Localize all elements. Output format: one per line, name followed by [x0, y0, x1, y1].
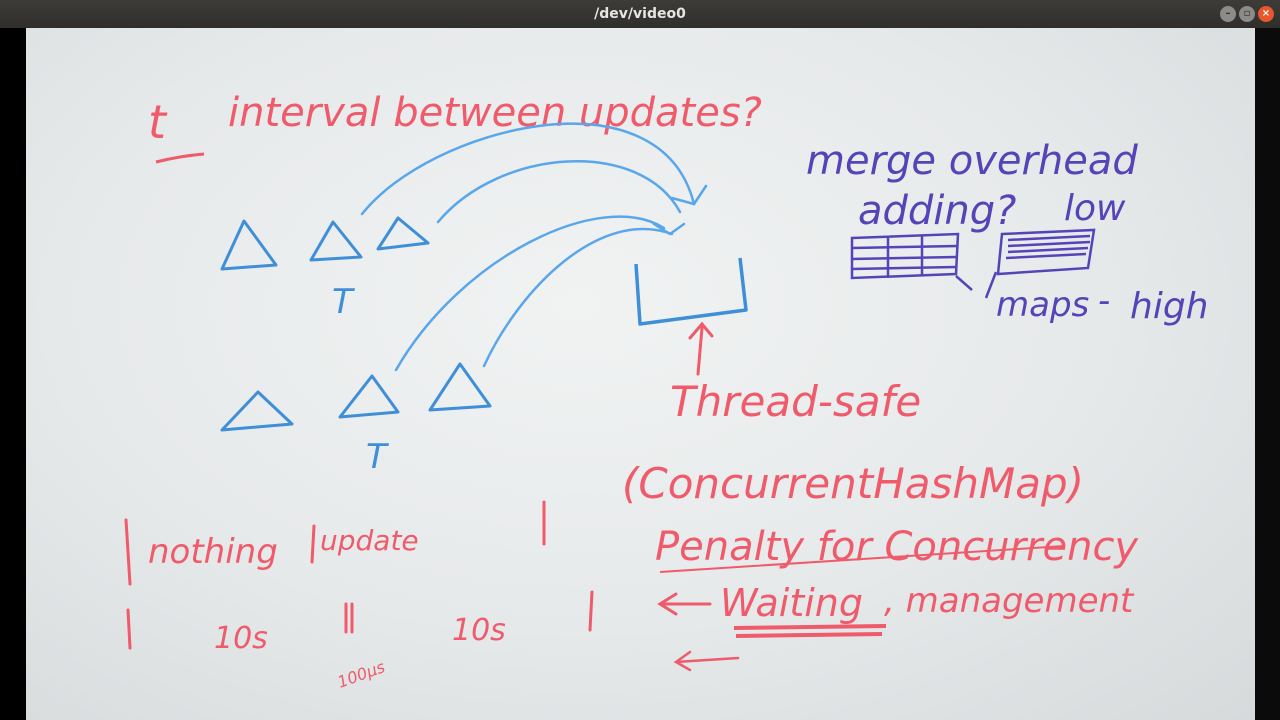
timeline-bar — [124, 518, 132, 586]
shared-map-container — [634, 257, 748, 326]
whiteboard-drawing: t interval between updates? T T Thread-s… — [124, 90, 1209, 692]
t-label-lower: T — [366, 437, 389, 477]
waiting-underline — [733, 624, 887, 638]
triangle-group-bottom — [220, 362, 492, 432]
heading-t: t — [148, 95, 168, 149]
timeline-10s-b: 10s — [452, 613, 506, 648]
update-arrows — [360, 122, 708, 372]
heading-underline — [155, 152, 205, 164]
arrowhead-icon — [652, 222, 686, 236]
maps-text: maps — [996, 285, 1089, 325]
table-sketch-left — [850, 232, 973, 291]
timeline-bar — [126, 608, 132, 650]
triangle-group-top — [220, 216, 430, 271]
timeline-update: update — [320, 524, 419, 557]
heading-text: interval between updates? — [228, 90, 762, 136]
triangle-icon — [220, 390, 294, 432]
arrow-arc — [482, 227, 674, 368]
window-titlebar[interactable]: /dev/video0 – ▫ × — [0, 0, 1280, 29]
minimize-button[interactable]: – — [1220, 6, 1236, 22]
management-text: , management — [884, 581, 1135, 621]
merge-overhead-text: merge overhead — [806, 138, 1138, 184]
timeline-small-interval: 100µs — [335, 657, 388, 692]
timeline-10s-a: 10s — [214, 621, 268, 656]
arrow-arc — [360, 122, 696, 216]
thread-safe-text: Thread-safe — [670, 377, 921, 426]
close-button[interactable]: × — [1258, 6, 1274, 22]
window-title: /dev/video0 — [594, 6, 686, 22]
maximize-button[interactable]: ▫ — [1239, 6, 1255, 22]
maps-dash: - — [1098, 281, 1110, 321]
window-controls: – ▫ × — [1220, 6, 1274, 22]
low-text: low — [1064, 188, 1126, 229]
penalty-text: Penalty for Concurrency — [655, 524, 1139, 570]
triangle-icon — [309, 220, 363, 262]
timeline-bar — [588, 590, 594, 632]
arrow-arc — [436, 160, 682, 224]
timeline-nothing: nothing — [148, 532, 278, 572]
triangle-icon — [220, 219, 278, 271]
high-text: high — [1130, 286, 1209, 327]
timeline-bar — [344, 602, 354, 634]
concurrent-text: (ConcurrentHashMap) — [622, 459, 1084, 508]
t-label-upper: T — [332, 282, 355, 322]
triangle-icon — [428, 362, 492, 412]
triangle-icon — [376, 216, 430, 251]
arrow-left-icon — [657, 592, 712, 616]
adding-text: adding? — [858, 188, 1016, 234]
waiting-text: Waiting — [720, 581, 863, 625]
arrow-up-icon — [688, 321, 714, 376]
video-frame: t interval between updates? T T Thread-s… — [0, 28, 1280, 720]
triangle-icon — [338, 374, 400, 419]
arrow-left-small-icon — [673, 650, 740, 672]
timeline-bar — [310, 524, 316, 564]
